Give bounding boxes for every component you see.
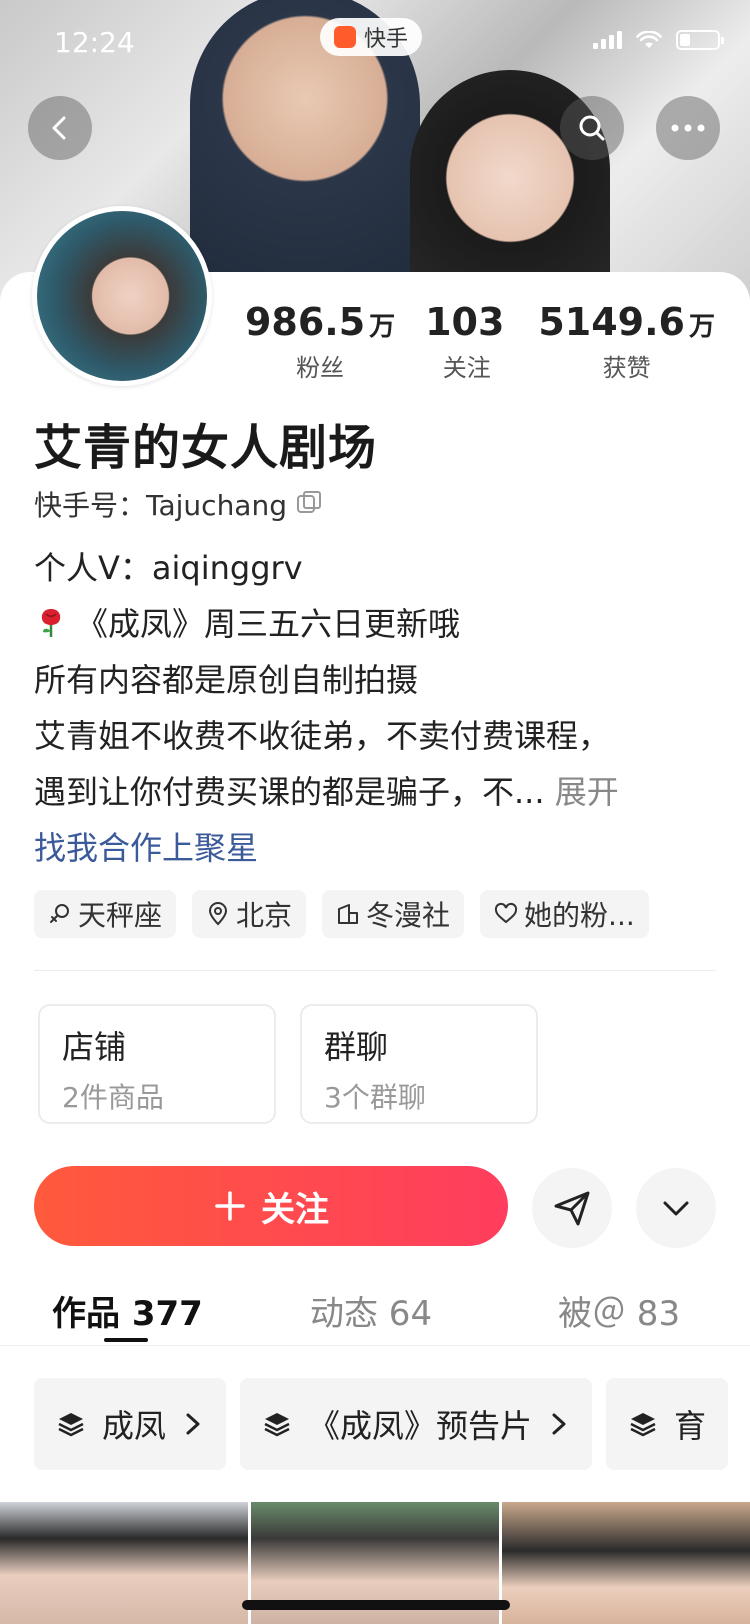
collections-row: 成凤 《成凤》预告片 育 (34, 1378, 729, 1470)
more-actions-button[interactable] (636, 1168, 716, 1248)
tag-label: 北京 (236, 899, 293, 932)
collection-label: 《成凤》预告片 (308, 1407, 533, 1445)
plus-icon (215, 1191, 245, 1221)
feature-boxes: 店铺 2件商品 群聊 3个群聊 (38, 1004, 538, 1124)
tag-zodiac[interactable]: 天秤座 (34, 890, 177, 938)
stat-value: 986.5 (244, 300, 366, 344)
stat-label: 获赞 (602, 354, 651, 382)
collection-label: 成凤 (102, 1407, 167, 1445)
tag-location[interactable]: 北京 (192, 890, 307, 938)
chevron-right-icon (552, 1413, 566, 1435)
tab-works[interactable]: 作品 377 (52, 1286, 203, 1335)
layers-icon (630, 1413, 656, 1437)
bio-line-rose: 《成凤》周三五六日更新哦 (34, 596, 724, 652)
building-icon (338, 904, 359, 924)
layers-icon (58, 1413, 84, 1437)
expand-bio-link[interactable]: 展开 (555, 773, 619, 811)
bio-line: 所有内容都是原创自制拍摄 (34, 661, 419, 699)
bio-line: 遇到让你付费买课的都是骗子，不... 展开 (34, 764, 724, 820)
tag-label: 天秤座 (78, 899, 163, 932)
rose-icon (41, 609, 61, 637)
group-chat-subtitle: 3个群聊 (324, 1081, 426, 1114)
collection-chip[interactable]: 育 (606, 1378, 729, 1470)
app-indicator-pill: 快手 (320, 18, 423, 56)
collaboration-link[interactable]: 找我合作上聚星 (34, 820, 724, 876)
search-icon (579, 115, 605, 141)
stat-unit: 万 (688, 312, 715, 342)
stat-value: 5149.6 (538, 300, 685, 344)
copy-icon[interactable] (297, 491, 321, 513)
stat-followers[interactable]: 986.5 万 粉丝 (245, 300, 395, 383)
tab-mentions[interactable]: 被＠ 83 (558, 1286, 680, 1335)
video-thumbnail[interactable] (502, 1502, 750, 1624)
back-button[interactable] (28, 96, 92, 160)
kuaishou-logo-icon (334, 26, 356, 48)
status-time: 12:24 (54, 26, 135, 59)
shop-title: 店铺 (62, 1028, 127, 1066)
search-button[interactable] (560, 96, 624, 160)
chevron-left-icon (52, 116, 66, 140)
layers-icon (264, 1413, 290, 1437)
tag-organization[interactable]: 冬漫社 (322, 890, 465, 938)
tag-label: 她的粉... (524, 899, 635, 932)
video-thumbnail[interactable] (0, 1502, 248, 1624)
kuaishou-id-label: 快手号： (34, 489, 147, 522)
more-button[interactable] (656, 96, 720, 160)
chevron-down-icon (663, 1201, 689, 1216)
kuaishou-id-value: Tajuchang (146, 489, 287, 522)
send-icon (554, 1191, 590, 1226)
bio-text: 遇到让你付费买课的都是骗子，不... (34, 773, 545, 811)
bio-text: 《成凤》周三五六日更新哦 (76, 605, 461, 643)
stat-label: 关注 (442, 354, 491, 382)
active-tab-indicator (104, 1338, 148, 1342)
tag-label: 冬漫社 (366, 899, 451, 932)
tag-fans-group[interactable]: 她的粉... (480, 890, 649, 938)
section-divider (34, 970, 716, 971)
follow-label: 关注 (261, 1189, 329, 1230)
female-icon (50, 904, 69, 923)
collection-chip[interactable]: 《成凤》预告片 (240, 1378, 593, 1470)
avatar[interactable] (32, 206, 212, 386)
content-tabs: 作品 377 动态 64 被＠ 83 (0, 1276, 750, 1346)
collection-label: 育 (674, 1407, 707, 1445)
bio-line: 艾青姐不收费不收徒弟，不卖付费课程， (34, 717, 611, 755)
profile-name: 艾青的女人剧场 (34, 420, 378, 476)
signal-icon (593, 31, 622, 49)
more-dots-icon (671, 124, 705, 132)
battery-icon (676, 30, 724, 50)
app-name: 快手 (364, 27, 409, 52)
shop-subtitle: 2件商品 (62, 1081, 164, 1114)
wifi-icon (636, 31, 662, 48)
collection-chip[interactable]: 成凤 (34, 1378, 227, 1470)
stat-unit: 万 (369, 312, 396, 342)
location-icon (209, 902, 228, 926)
follow-button[interactable]: 关注 (34, 1166, 508, 1246)
stat-value: 103 (425, 300, 505, 344)
profile-tags: 天秤座 北京 冬漫社 她的粉... (34, 890, 649, 938)
stat-following[interactable]: 103 关注 (425, 300, 508, 383)
stat-label: 粉丝 (296, 354, 345, 382)
heart-icon (495, 902, 518, 924)
status-bar: 12:24 快手 (0, 0, 750, 88)
message-button[interactable] (532, 1168, 612, 1248)
kuaishou-id-row[interactable]: 快手号：Tajuchang (34, 484, 321, 524)
home-indicator (242, 1600, 510, 1610)
shop-box[interactable]: 店铺 2件商品 (38, 1004, 276, 1124)
group-chat-box[interactable]: 群聊 3个群聊 (300, 1004, 538, 1124)
tab-moments[interactable]: 动态 64 (310, 1286, 432, 1335)
bio-line: 个人V：aiqinggrv (34, 549, 303, 587)
chevron-right-icon (186, 1413, 200, 1435)
profile-bio: 个人V：aiqinggrv 《成凤》周三五六日更新哦 所有内容都是原创自制拍摄 … (34, 540, 724, 876)
system-icons (593, 30, 724, 50)
group-chat-title: 群聊 (324, 1028, 389, 1066)
profile-stats: 986.5 万 粉丝 103 关注 5149.6 万 获赞 (230, 300, 730, 383)
stat-likes[interactable]: 5149.6 万 获赞 (538, 300, 715, 383)
